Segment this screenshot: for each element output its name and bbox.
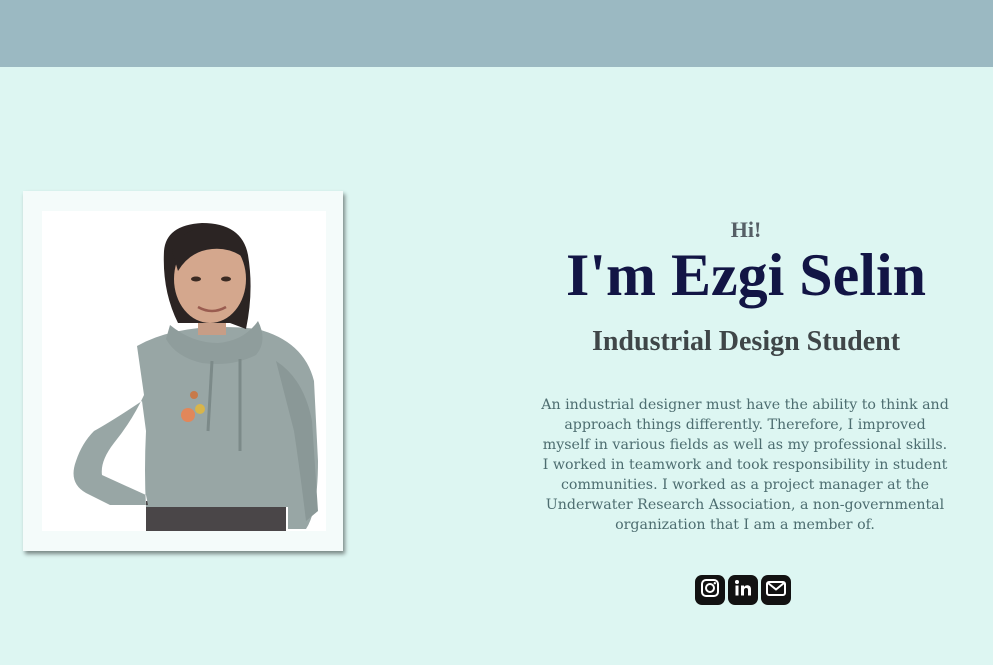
mail-icon [765, 578, 787, 602]
social-links [695, 575, 791, 605]
instagram-icon [700, 578, 720, 602]
bio-paragraph: An industrial designer must have the abi… [541, 397, 949, 533]
linkedin-link[interactable] [728, 575, 758, 605]
name-heading: I'm Ezgi Selin [565, 242, 927, 308]
profile-photo-frame [23, 191, 343, 551]
top-navigation-bar [0, 0, 993, 67]
greeting-text: Hi! [730, 217, 762, 242]
profile-photo [42, 211, 326, 531]
role-subheading: Industrial Design Student [591, 326, 901, 357]
email-link[interactable] [761, 575, 791, 605]
intro-section: Hi! I'm Ezgi Selin Industrial Design Stu… [520, 215, 972, 359]
instagram-link[interactable] [695, 575, 725, 605]
linkedin-icon [733, 578, 753, 602]
